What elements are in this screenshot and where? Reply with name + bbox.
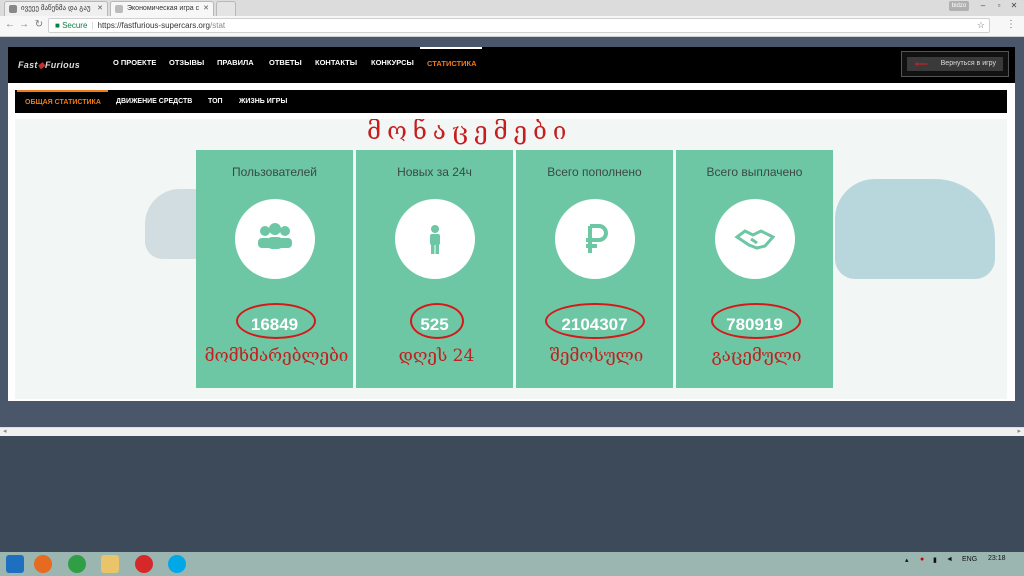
annotation-note: გაცემული [711,346,802,366]
annotation-note: მომხმარებლები [204,346,349,366]
browser-toolbar: ← → ↻ ■ Secure | https://fastfurious-super… [0,16,1024,37]
tab-favicon-icon [9,5,17,13]
subnav-top[interactable]: ТОП [208,90,223,113]
close-tab-icon[interactable]: ✕ [97,2,103,16]
stat-title: Всего пополнено [547,165,642,179]
subnav-money-flow[interactable]: ДВИЖЕНИЕ СРЕДСТВ [116,90,192,113]
logo-part2: Furious [44,60,81,70]
volume-icon[interactable]: ◄ [946,556,953,563]
page-card: Fast◆Furious О ПРОЕКТЕ ОТЗЫВЫ ПРАВИЛА ОТ… [8,47,1015,401]
forward-arrow-icon[interactable]: → [18,19,30,31]
subnav-game-life[interactable]: ЖИЗНЬ ИГРЫ [239,90,287,113]
users-icon [258,223,292,249]
back-to-game-button[interactable]: ⟵ Вернуться в игру [901,51,1009,77]
tab-strip: ივეეე მაწენმა და გაუ ✕ Экономическая игр… [0,0,1024,16]
nav-reviews[interactable]: ОТЗЫВЫ [169,47,204,83]
stat-title: Всего выплачено [706,165,803,179]
stat-value: 525 [420,315,449,334]
main-nav: Fast◆Furious О ПРОЕКТЕ ОТЗЫВЫ ПРАВИЛА ОТ… [8,47,1015,83]
subnav-general-stats[interactable]: ОБЩАЯ СТАТИСТИКА [17,90,108,113]
nav-rules[interactable]: ПРАВИЛА [217,47,254,83]
language-indicator[interactable]: ENG [962,556,977,563]
tab-favicon-icon [115,5,123,13]
close-window-icon[interactable]: ✕ [1003,0,1024,12]
ruble-icon [586,224,608,253]
close-tab-icon[interactable]: ✕ [203,2,209,16]
nav-statistics[interactable]: СТАТИСТИКА [420,47,482,83]
stat-value: 780919 [726,315,783,334]
site-logo[interactable]: Fast◆Furious [18,60,80,71]
nav-contests[interactable]: КОНКУРСЫ [371,47,414,83]
start-icon[interactable] [6,555,24,573]
stat-value: 16849 [250,315,299,334]
stat-title: Новых за 24ч [397,165,472,179]
skype-icon[interactable] [168,555,186,573]
tab-1-label: ივეეე მაწენმა და გაუ [21,5,91,12]
horizontal-scrollbar[interactable]: ◂ ▸ [0,427,1024,436]
logo-badge-icon: ◆ [37,60,45,70]
url-path: /stat [210,21,226,30]
person-icon [430,225,440,254]
tab-2[interactable]: Экономическая игра с ✕ [110,1,214,16]
url-origin: https://fastfurious-supercars.org [97,21,211,30]
menu-dots-icon[interactable]: ⋮ [1006,19,1016,30]
tab-2-label: Экономическая игра с [127,5,200,12]
logo-part1: Fast [18,60,38,70]
secure-label: Secure [62,21,88,30]
scroll-right-icon[interactable]: ▸ [1017,427,1021,435]
annotation-note: შემოსული [549,346,644,366]
annotation-note: დღეს 24 [398,346,475,366]
new-tab-button[interactable] [216,1,236,16]
back-to-game-label: Вернуться в игру [940,60,996,67]
bookmark-star-icon[interactable]: ☆ [977,19,985,32]
profile-badge[interactable]: bidzo [949,1,969,11]
stat-card-new-24h: Новых за 24ч 525 დღეს 24 [356,150,513,388]
lock-icon: ■ [55,21,63,30]
scroll-left-icon[interactable]: ◂ [3,427,7,435]
page-viewport: Fast◆Furious О ПРОЕКТЕ ОТЗЫВЫ ПРАВИЛА ОТ… [0,37,1024,427]
address-bar[interactable]: ■ Secure | https://fastfurious-supercars.o… [48,18,990,33]
firefox-icon[interactable] [34,555,52,573]
stats-hero: მონაცემები Пользователей 16849 მომხმარებ… [15,119,1007,399]
network-icon[interactable]: ▮ [933,556,937,564]
handshake-icon [734,229,776,250]
stat-card-users: Пользователей 16849 მომხმარებლები [196,150,353,388]
arrow-left-icon: ⟵ [915,59,928,69]
antivirus-icon[interactable]: ● [920,556,924,563]
nav-answers[interactable]: ОТВЕТЫ [269,47,302,83]
annotation-heading: მონაცემები [367,119,573,145]
stat-card-deposited: Всего пополнено 2104307 შემოსული [516,150,673,388]
tab-1[interactable]: ივეეე მაწენმა და გაუ ✕ [4,1,108,16]
taskbar: ▴ ● ▮ ◄ ENG 23:18 [0,552,1024,576]
reload-icon[interactable]: ↻ [33,19,45,31]
clock[interactable]: 23:18 [988,555,1006,562]
nav-contacts[interactable]: КОНТАКТЫ [315,47,357,83]
opera-icon[interactable] [135,555,153,573]
stat-title: Пользователей [232,165,317,179]
file-explorer-icon[interactable] [101,555,119,573]
chrome-icon[interactable] [68,555,86,573]
tray-arrow-icon[interactable]: ▴ [905,556,909,564]
stat-value: 2104307 [561,315,628,334]
back-arrow-icon[interactable]: ← [4,19,16,31]
sub-nav: ОБЩАЯ СТАТИСТИКА ДВИЖЕНИЕ СРЕДСТВ ТОП ЖИ… [15,90,1007,113]
stat-card-paid-out: Всего выплачено 780919 გაცემული [676,150,833,388]
background-car-right [835,179,995,279]
nav-about[interactable]: О ПРОЕКТЕ [113,47,156,83]
